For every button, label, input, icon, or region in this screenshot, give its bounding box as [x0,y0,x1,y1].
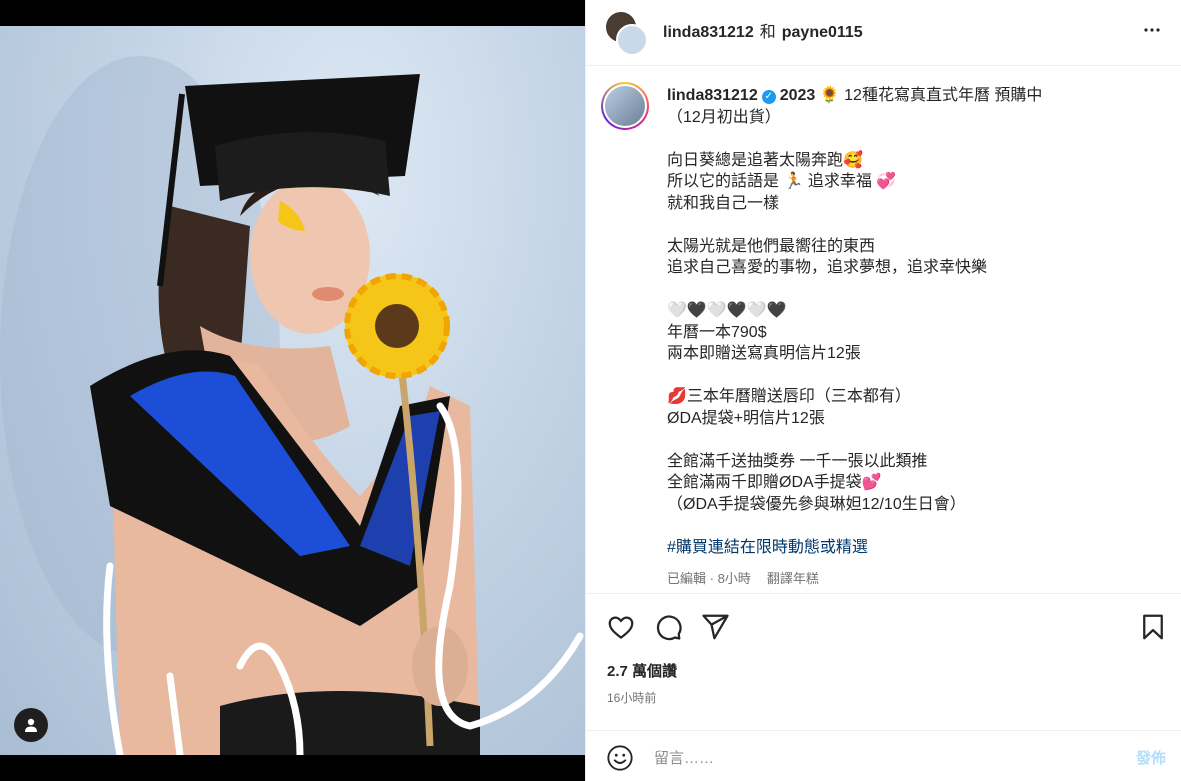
edited-label: 已編輯 [667,571,707,586]
caption-paragraph: 💋三本年曆贈送唇印（三本都有） ØDA提袋+明信片12張 [667,388,911,427]
caption-paragraph: 🤍🖤🤍🖤🤍🖤 年曆一本790$ 兩本即贈送寫真明信片12張 [667,302,861,362]
caption-area: linda831212 ✓ 2023 🌻 12種花寫真直式年曆 預購中 （12月初出… [586,66,1181,594]
username-link[interactable]: linda831212 [663,24,754,41]
caption-paragraph: 全館滿千送抽獎券 一千一張以此類推 全館滿兩千即贈ØDA手提袋💕 （ØDA手提袋… [667,452,966,513]
post-header: linda831212 和 payne0115 [586,0,1181,66]
verified-badge-icon: ✓ [761,90,776,104]
heart-icon [608,616,634,639]
collab-names: linda831212 和 payne0115 [663,18,863,42]
post-timestamp[interactable]: 16小時前 [607,689,656,706]
collab-avatars[interactable] [604,10,648,56]
caption-year: 2023 [779,87,816,104]
caption-paragraph: 太陽光就是他們最嚮往的東西 追求自己喜愛的事物，追求夢想，追求幸快樂 [667,237,988,277]
hashtag-link[interactable]: #購買連結在限時動態或精選 [667,539,868,556]
like-button[interactable] [606,612,636,642]
emoji-button[interactable] [606,744,634,772]
user-icon [25,718,37,732]
caption-paragraph: 向日葵總是追著太陽奔跑🥰 所以它的話語是 🏃 追求幸福 💞 就和我自己一樣 [667,151,897,212]
caption-username[interactable]: linda831212 [667,87,758,104]
avatar [616,24,648,56]
translate-link[interactable]: 翻譯年糕 [767,571,819,586]
tagged-users-button[interactable] [14,708,48,742]
more-icon [1144,28,1160,32]
post-detail-panel: linda831212 和 payne0115 linda831212 ✓ 2023 🌻… [585,0,1181,781]
more-options-button[interactable] [1140,18,1164,44]
caption-text: linda831212 ✓ 2023 🌻 12種花寫真直式年曆 預購中 （12月初出… [667,85,1087,558]
username-link[interactable]: payne0115 [782,24,863,41]
save-button[interactable] [1138,612,1168,642]
emoji-icon [607,745,633,771]
comment-bar: 留言…… 發佈 [586,730,1181,781]
caption-avatar[interactable] [601,82,649,130]
caption-line2: （12月初出貨） [667,108,781,126]
post-comment-button[interactable]: 發佈 [1136,747,1166,768]
caption-meta: 已編輯 · 8小時 翻譯年糕 [667,571,819,586]
avatar [605,86,645,126]
photo-illustration [0,56,584,755]
caption-line1: 🌻 12種花寫真直式年曆 預購中 [819,87,1043,104]
share-button[interactable] [700,612,730,642]
comment-icon [656,615,682,641]
comment-input[interactable]: 留言…… [654,747,714,768]
like-count[interactable]: 2.7 萬個讚 [607,660,677,681]
post-photo[interactable] [0,26,585,755]
send-icon [702,614,729,640]
conjunction-text: 和 [759,24,776,41]
action-bar [586,594,1181,654]
time-ago: 8小時 [717,571,751,586]
post-media-panel [0,0,585,781]
comment-button[interactable] [653,612,683,642]
bookmark-icon [1143,614,1163,640]
